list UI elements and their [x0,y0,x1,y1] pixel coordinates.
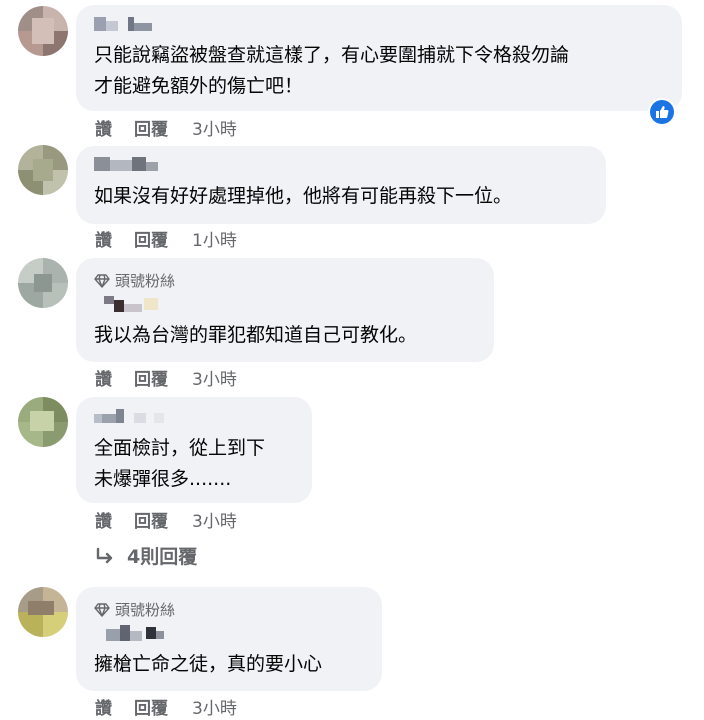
author-name[interactable] [94,409,174,423]
author-name[interactable] [94,625,174,641]
reply-button[interactable]: 回覆 [134,115,168,140]
top-fan-badge[interactable]: 頭號粉絲 [94,270,175,291]
author-name[interactable] [94,157,164,171]
like-button[interactable]: 讚 [95,694,112,719]
comment-bubble: 頭號粉絲 我以為台灣的罪犯都知道自己可教化。 [76,258,494,362]
comment-actions: 讚 回覆 3小時 [95,694,237,719]
like-button[interactable]: 讚 [95,507,112,532]
comment-bubble: 全面檢討，從上到下 未爆彈很多....... [76,397,312,503]
like-button[interactable]: 讚 [95,115,112,140]
avatar[interactable] [18,145,68,195]
avatar[interactable] [18,397,68,447]
comment-text: 如果沒有好好處理掉他，他將有可能再殺下一位。 [94,185,513,207]
comment-bubble: 如果沒有好好處理掉他，他將有可能再殺下一位。 [76,146,606,224]
comment-actions: 讚 回覆 3小時 [95,365,237,390]
timestamp[interactable]: 3小時 [192,507,237,532]
reply-button[interactable]: 回覆 [134,507,168,532]
avatar[interactable] [18,587,68,637]
reply-button[interactable]: 回覆 [134,365,168,390]
badge-label: 頭號粉絲 [115,601,176,619]
reply-button[interactable]: 回覆 [134,226,168,251]
top-fan-badge[interactable]: 頭號粉絲 [94,599,175,620]
comment-bubble: 頭號粉絲 擁槍亡命之徒，真的要小心 [76,587,382,691]
comment-bubble: 只能說竊盜被盤查就這樣了，有心要圍捕就下令格殺勿論 才能避免額外的傷亡吧！ [76,5,682,111]
comment-actions: 讚 回覆 3小時 [95,507,237,532]
timestamp[interactable]: 3小時 [192,115,237,140]
like-button[interactable]: 讚 [95,226,112,251]
comment-actions: 讚 回覆 3小時 [95,115,237,140]
avatar[interactable] [18,258,68,308]
comment-text: 擁槍亡命之徒，真的要小心 [94,653,323,675]
timestamp[interactable]: 3小時 [192,694,237,719]
comment-actions: 讚 回覆 1小時 [95,226,237,251]
reply-button[interactable]: 回覆 [134,694,168,719]
comment-text: 全面檢討，從上到下 未爆彈很多....... [94,437,266,490]
avatar[interactable] [18,6,68,56]
like-reaction-icon[interactable] [648,98,676,126]
comment-text: 我以為台灣的罪犯都知道自己可教化。 [94,324,418,346]
diamond-icon [94,602,110,617]
timestamp[interactable]: 1小時 [192,226,237,251]
view-replies-label: 4則回覆 [127,546,198,568]
diamond-icon [94,273,110,288]
badge-label: 頭號粉絲 [115,272,176,290]
comment-text: 只能說竊盜被盤查就這樣了，有心要圍捕就下令格殺勿論 才能避免額外的傷亡吧！ [94,44,570,97]
like-button[interactable]: 讚 [95,365,112,390]
reply-arrow-icon [96,547,113,563]
author-name[interactable] [94,296,174,312]
author-name[interactable] [94,17,164,31]
timestamp[interactable]: 3小時 [192,365,237,390]
view-replies-link[interactable]: 4則回覆 [95,542,197,569]
